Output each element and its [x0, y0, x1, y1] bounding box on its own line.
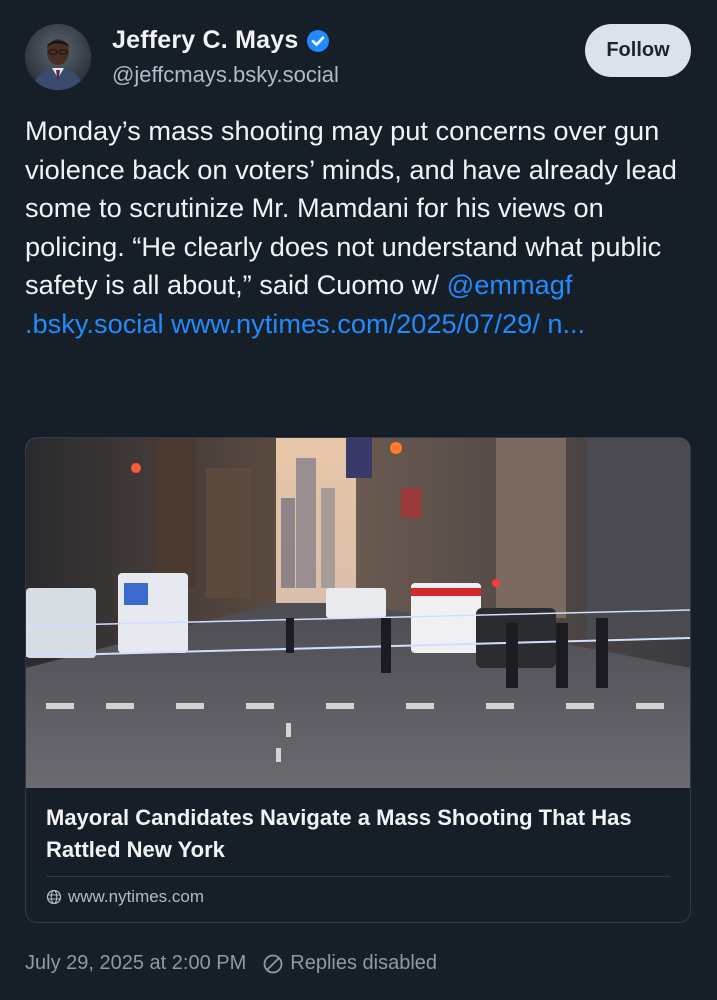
link-card-domain: www.nytimes.com — [68, 887, 205, 906]
link-card[interactable]: Mayoral Candidates Navigate a Mass Shoot… — [25, 437, 691, 923]
card-divider — [46, 876, 670, 877]
replies-status: Replies disabled — [262, 952, 437, 975]
replies-status-label: Replies disabled — [290, 952, 438, 974]
verified-badge-icon[interactable] — [306, 29, 330, 53]
post-footer: July 29, 2025 at 2:00 PM Replies disable… — [25, 952, 437, 975]
post-text-space — [164, 308, 172, 339]
link-card-image — [26, 438, 690, 788]
follow-button[interactable]: Follow — [585, 24, 691, 77]
author-display-name[interactable]: Jeffery C. Mays — [112, 26, 298, 55]
url-link[interactable]: www.nytimes.com/2025/07/29/ n... — [171, 308, 585, 339]
avatar[interactable] — [25, 24, 91, 90]
link-card-title: Mayoral Candidates Navigate a Mass Shoot… — [46, 805, 632, 862]
globe-icon — [46, 889, 62, 905]
disabled-circle-icon — [263, 954, 283, 973]
post-text: Monday’s mass shooting may put concerns … — [25, 112, 695, 343]
post-container: Jeffery C. Mays @jeffcmays.bsky.social F… — [0, 0, 717, 1000]
post-text-body: Monday’s mass shooting may put concerns … — [25, 115, 677, 300]
link-card-domain-row: www.nytimes.com — [46, 887, 204, 907]
avatar-photo — [25, 24, 91, 90]
post-timestamp[interactable]: July 29, 2025 at 2:00 PM — [25, 952, 246, 975]
author-name-row: Jeffery C. Mays — [112, 26, 330, 55]
author-handle[interactable]: @jeffcmays.bsky.social — [112, 62, 339, 88]
